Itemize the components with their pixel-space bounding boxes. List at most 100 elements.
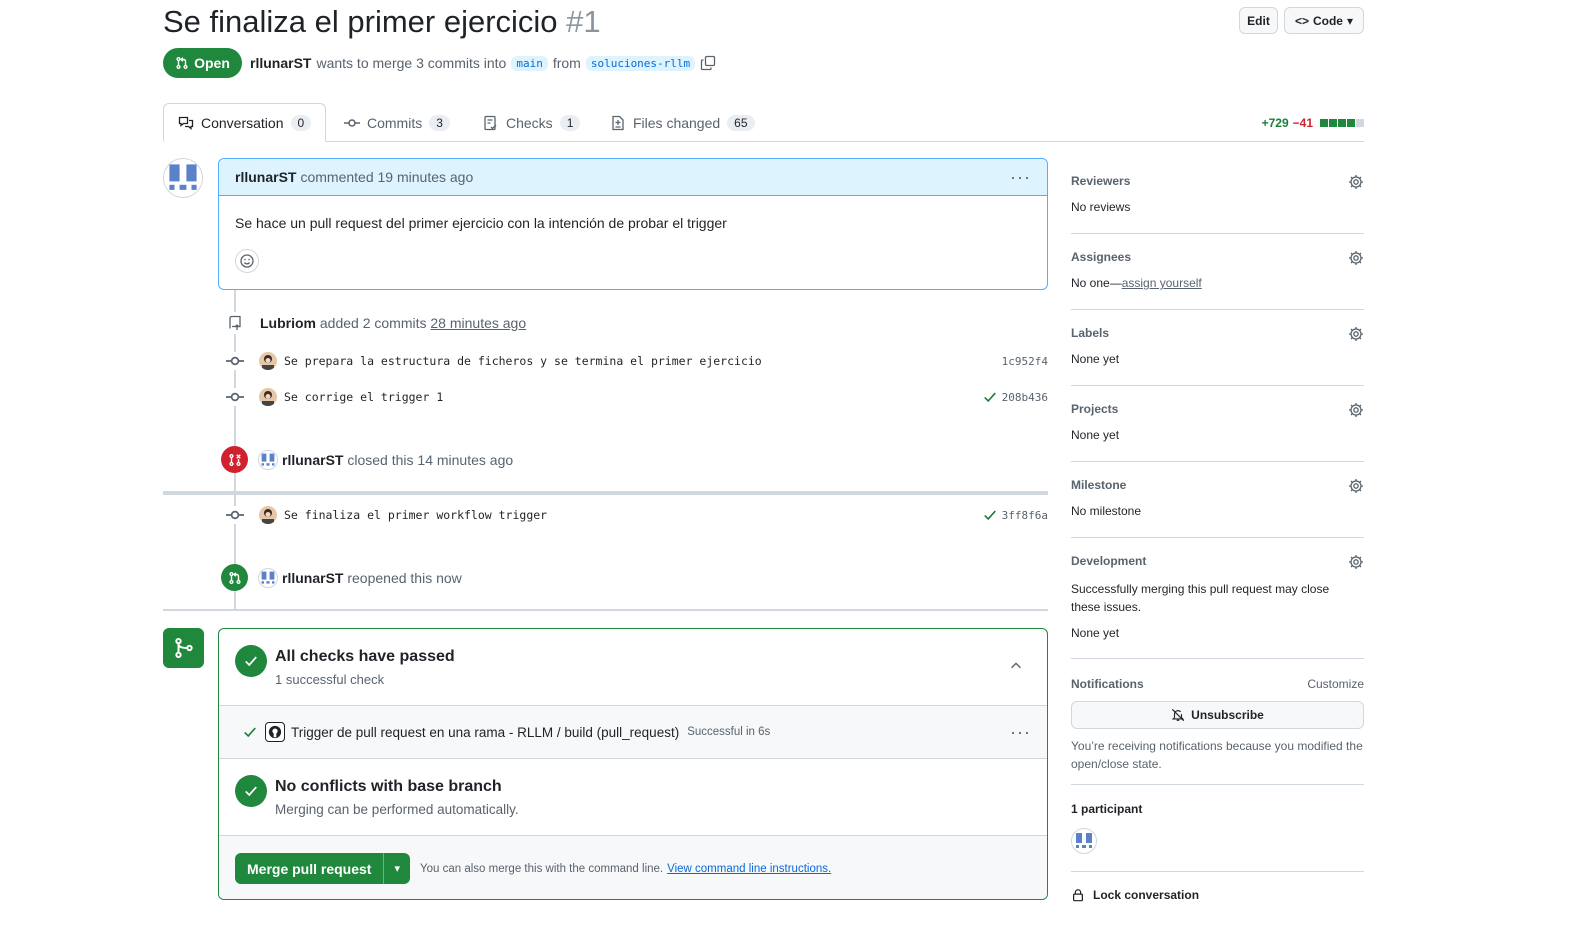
merge-box: All checks have passed 1 successful chec… (218, 628, 1048, 900)
kebab-menu-icon[interactable]: ··· (1010, 167, 1031, 188)
smiley-icon[interactable] (235, 249, 259, 273)
closed-author[interactable]: rllunarST (282, 452, 343, 468)
chevron-up-icon[interactable] (1009, 659, 1023, 673)
commit-icon (344, 118, 360, 127)
unsubscribe-button[interactable]: Unsubscribe (1071, 701, 1364, 729)
avatar[interactable] (163, 158, 203, 198)
sidebar-participants: 1 participant (1071, 802, 1364, 872)
gear-icon[interactable] (1348, 402, 1364, 418)
check-icon[interactable] (983, 390, 997, 404)
gear-icon[interactable] (1348, 554, 1364, 570)
tab-label: Conversation (201, 114, 284, 131)
commit-sha[interactable]: 1c952f4 (1002, 355, 1048, 368)
gear-icon[interactable] (1348, 250, 1364, 266)
kebab-menu-icon[interactable]: ··· (1010, 722, 1031, 743)
notifications-desc: You’re receiving notifications because y… (1071, 739, 1363, 771)
comment-time[interactable]: 19 minutes ago (378, 169, 474, 185)
timeline-break (163, 491, 1048, 495)
merge-text: wants to merge 3 commits into (316, 55, 507, 71)
commit-sha[interactable]: 3ff8f6a (1002, 509, 1048, 522)
closed-time[interactable]: 14 minutes ago (417, 452, 513, 468)
pr-closed-icon (221, 446, 248, 473)
check-name[interactable]: Trigger de pull request en una rama - RL… (291, 725, 679, 740)
added-time[interactable]: 28 minutes ago (430, 315, 526, 331)
tab-label: Files changed (633, 114, 721, 131)
sidebar-assignees: Assignees No one—assign yourself (1071, 250, 1364, 310)
avatar[interactable] (1071, 828, 1097, 854)
commit-row: Se finaliza el primer workflow trigger 3… (226, 505, 1048, 525)
tab-files-changed[interactable]: Files changed 65 (610, 103, 755, 142)
labels-label[interactable]: Labels (1071, 326, 1364, 340)
check-run-row[interactable]: Trigger de pull request en una rama - RL… (219, 706, 1047, 759)
comment-action: commented (300, 169, 374, 185)
comment-author[interactable]: rllunarST (235, 169, 296, 185)
comment-header: rllunarST commented 19 minutes ago ··· (219, 159, 1047, 196)
assign-yourself-link[interactable]: assign yourself (1122, 276, 1202, 290)
avatar[interactable] (259, 352, 277, 370)
projects-label[interactable]: Projects (1071, 402, 1364, 416)
checks-title: All checks have passed (275, 648, 455, 665)
milestone-label[interactable]: Milestone (1071, 478, 1364, 492)
author-link[interactable]: rllunarST (250, 55, 311, 71)
merge-pull-request-button[interactable]: Merge pull request (235, 853, 385, 884)
conflicts-title: No conflicts with base branch (275, 778, 502, 795)
commit-icon (226, 506, 244, 524)
commit-message[interactable]: Se corrige el trigger 1 (284, 390, 443, 404)
merge-button-group: Merge pull request ▾ (235, 853, 410, 884)
merge-actions: Merge pull request ▾ You can also merge … (219, 836, 1047, 899)
commit-message[interactable]: Se finaliza el primer workflow trigger (284, 508, 547, 522)
code-button-label: Code (1312, 13, 1343, 28)
development-label[interactable]: Development (1071, 554, 1364, 568)
reopened-author[interactable]: rllunarST (282, 570, 343, 586)
milestone-value: No milestone (1071, 504, 1142, 518)
reopened-text: reopened this (347, 569, 433, 586)
tab-label: Checks (506, 114, 553, 131)
bell-slash-icon (1171, 708, 1185, 722)
avatar[interactable] (258, 449, 278, 470)
tab-checks[interactable]: Checks 1 (483, 103, 581, 142)
pr-tabs: Conversation 0 Commits 3 Checks 1 Files … (163, 103, 1364, 142)
cli-instructions-link[interactable]: View command line instructions. (667, 863, 831, 875)
avatar[interactable] (259, 506, 277, 524)
commit-sha[interactable]: 208b436 (1002, 391, 1048, 404)
check-circle-icon (235, 645, 267, 677)
checklist-icon (484, 115, 497, 130)
checks-section[interactable]: All checks have passed 1 successful chec… (219, 629, 1047, 706)
closed-text: closed this (347, 451, 414, 468)
pr-reopened-icon (221, 564, 248, 591)
conflicts-subtitle: Merging can be performed automatically. (275, 802, 519, 817)
merge-options-caret-icon[interactable]: ▾ (384, 853, 410, 884)
base-branch[interactable]: main (511, 55, 548, 71)
status-label: Open (194, 55, 230, 71)
sidebar-development: Development Successfully merging this pu… (1071, 554, 1364, 659)
check-circle-icon (235, 775, 267, 807)
added-author[interactable]: Lubriom (260, 315, 316, 331)
reopened-time[interactable]: now (436, 570, 462, 586)
customize-link[interactable]: Customize (1307, 677, 1364, 691)
pr-meta: rllunarST wants to merge 3 commits into … (250, 55, 716, 71)
github-logo-icon (265, 722, 285, 742)
lock-conversation-button[interactable]: Lock conversation (1071, 888, 1199, 902)
identicon-icon (169, 164, 197, 190)
head-branch[interactable]: soluciones-rllm (585, 55, 696, 71)
commit-row: Se corrige el trigger 1 208b436 (226, 387, 1048, 407)
code-button[interactable]: <> Code ▾ (1284, 7, 1364, 34)
gear-icon[interactable] (1348, 478, 1364, 494)
check-icon[interactable] (983, 508, 997, 522)
gear-icon[interactable] (1348, 174, 1364, 190)
gear-icon[interactable] (1348, 326, 1364, 342)
repo-push-icon (224, 312, 246, 334)
tab-label: Commits (367, 114, 423, 131)
avatar[interactable] (259, 388, 277, 406)
copy-icon[interactable] (700, 55, 716, 71)
tab-commits[interactable]: Commits 3 (344, 103, 450, 142)
check-icon (244, 727, 256, 738)
assignees-label[interactable]: Assignees (1071, 250, 1364, 264)
reviewers-label[interactable]: Reviewers (1071, 174, 1364, 188)
tab-conversation[interactable]: Conversation 0 (163, 103, 327, 142)
sidebar-notifications: Notifications Customize Unsubscribe You’… (1071, 677, 1364, 785)
edit-button[interactable]: Edit (1239, 7, 1278, 34)
tab-count: 3 (429, 114, 450, 131)
avatar[interactable] (258, 567, 278, 588)
commit-message[interactable]: Se prepara la estructura de ficheros y s… (284, 354, 762, 368)
